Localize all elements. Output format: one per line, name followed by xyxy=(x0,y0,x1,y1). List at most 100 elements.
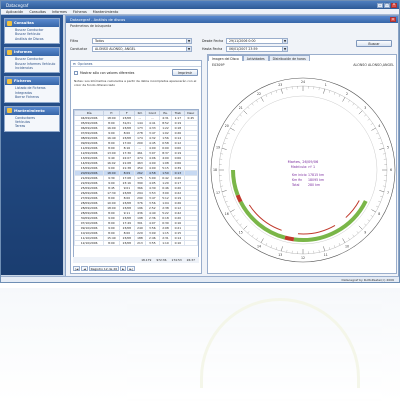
search-button[interactable]: Buscar xyxy=(356,40,392,47)
menu-mantenimiento[interactable]: Mantenimiento xyxy=(93,10,119,14)
prev-record-button[interactable]: ◄ xyxy=(81,266,88,271)
sidebar-panel-ficheros: Ficheros Listado de Ficheros Integrados … xyxy=(4,76,60,103)
menu-informes[interactable]: Informes xyxy=(52,10,67,14)
chevron-down-icon: ▼ xyxy=(186,47,191,51)
table-cell: 12/10/2006 xyxy=(74,240,105,246)
disc-hour-label: 12 xyxy=(301,256,305,260)
disc-hour-label: 5 xyxy=(387,145,389,149)
minimize-button[interactable]: _ xyxy=(377,2,383,8)
status-text: Datacegraf by RuttoPeeter(c) 2006 xyxy=(341,277,394,282)
disc-hour-label: 6 xyxy=(390,168,392,172)
filter-select[interactable]: Todos ▼ xyxy=(92,38,192,44)
menu-consultas[interactable]: Consultas xyxy=(29,10,46,14)
disc-hour-label: 10 xyxy=(345,244,349,248)
chevron-down-icon: ▼ xyxy=(186,39,191,43)
disc-hour-label: 24 xyxy=(301,80,305,84)
table-row[interactable]: 12/10/2006 8:00 23/08 213 3:55 1:10 0:10 xyxy=(74,240,198,246)
maximize-button[interactable]: □ xyxy=(384,2,390,8)
results-table: Día H F Km Cond Pa. Trab Desc 04/09/2006… xyxy=(73,109,199,263)
tab-hours[interactable]: Distribución de horas xyxy=(268,55,310,61)
sidebar-panel-informes: Informes Buscar Conductor Buscar Informe… xyxy=(4,47,60,74)
panel-header[interactable]: Ficheros xyxy=(5,77,59,86)
disc-stat-label: Km inicio xyxy=(292,173,307,177)
sidebar: Consultas Buscar Conductor Buscar Vehícu… xyxy=(1,15,63,275)
disc-hour-label: 2 xyxy=(346,92,348,96)
sidebar-item-borrar-ficheros[interactable]: Borrar Ficheros xyxy=(15,95,56,99)
table-cell: 0:10 xyxy=(171,240,185,246)
disc-hour-label: 20 xyxy=(225,124,229,128)
disc-hour-label: 11 xyxy=(324,253,328,257)
window-reflection xyxy=(0,288,400,402)
gear-icon xyxy=(7,108,12,114)
status-bar: Datacegraf by RuttoPeeter(c) 2006 xyxy=(1,276,399,282)
disc-plate: Matrícula: nº 1 xyxy=(291,165,315,169)
total-cond: 972:36 xyxy=(156,258,167,262)
totals-row: 18.179 972:36 174:53 26:37 xyxy=(73,257,199,263)
disc-hour-label: 7 xyxy=(387,191,389,195)
print-button[interactable]: Imprimir xyxy=(172,69,198,76)
main-title-bar: Datacegraf - Análisis de discos x xyxy=(66,16,398,23)
table-cell xyxy=(183,240,198,246)
table-cell: 1:10 xyxy=(158,240,173,246)
disc-hour-label: 9 xyxy=(364,230,366,234)
main-title: Datacegraf - Análisis de discos xyxy=(70,17,126,22)
last-record-button[interactable]: ►| xyxy=(127,266,135,271)
disc-hour-label: 19 xyxy=(216,145,220,149)
panel-header[interactable]: Mantenimiento xyxy=(5,106,59,115)
disc-hour-label: 23 xyxy=(278,83,282,87)
only-different-label: Mostrar sólo con valores diferentes xyxy=(80,70,135,75)
disc-stat-value: 17815 km xyxy=(308,173,324,177)
disc-hour-label: 13 xyxy=(278,253,282,257)
close-button[interactable]: x xyxy=(391,2,397,8)
sidebar-item-listado-ficheros[interactable]: Listado de Ficheros Integrados xyxy=(15,86,56,95)
disc-stat-value: 280 km xyxy=(308,183,320,187)
main-window: Datacegraf - Análisis de discos x Paráme… xyxy=(65,15,399,277)
disc-panel: Imagen del Disco Actividades Distribució… xyxy=(207,54,397,274)
results-panel: ⊟ Opciones Mostrar sólo con valores dife… xyxy=(70,60,202,274)
driver-label: Conductor xyxy=(70,47,88,51)
only-different-checkbox[interactable] xyxy=(74,70,78,75)
close-child-button[interactable]: x xyxy=(390,17,396,22)
title-bar: Datacegraf _ □ x xyxy=(1,1,399,9)
disc-hour-label: 22 xyxy=(257,92,261,96)
disc-tabs: Imagen del Disco Actividades Distribució… xyxy=(208,55,310,61)
table-cell: 8:00 xyxy=(103,240,120,246)
panel-header[interactable]: Consultas xyxy=(5,19,59,27)
sidebar-item-tareas[interactable]: Tareas xyxy=(15,124,56,128)
file-icon xyxy=(7,78,12,84)
disc-stat-label: Total xyxy=(291,183,300,187)
disc-driver: ALONSO ALONSO,ANGEL xyxy=(353,63,394,67)
disc-hour-label: 14 xyxy=(257,244,261,248)
panel-header[interactable]: Informes xyxy=(5,48,59,57)
next-record-button[interactable]: ► xyxy=(120,266,127,271)
params-label: Parámetros de búsqueda xyxy=(70,24,112,28)
table-cell: 23/08 xyxy=(118,240,136,246)
disc-stat-value: 18095 km xyxy=(308,178,324,182)
app-window: Datacegraf _ □ x Aplicación Consultas In… xyxy=(0,0,400,283)
date-from-picker[interactable]: 29/11/2006 0:00 ▼ xyxy=(226,38,288,44)
menu-ficheros[interactable]: Ficheros xyxy=(73,10,87,14)
reflection-disc xyxy=(200,298,360,388)
sidebar-item-analisis-discos[interactable]: Análisis de Discos xyxy=(15,37,56,41)
calendar-icon: ▼ xyxy=(282,39,287,43)
date-to-picker[interactable]: 06/01/2007 23:59 ▼ xyxy=(226,46,288,52)
sidebar-panel-consultas: Consultas Buscar Conductor Buscar Vehícu… xyxy=(4,18,60,45)
disc-hour-label: 17 xyxy=(216,191,220,195)
first-record-button[interactable]: |◄ xyxy=(73,266,81,271)
tab-activities[interactable]: Actividades xyxy=(242,55,269,61)
disc-stat-label: Km fin xyxy=(292,178,302,182)
disc-hour-label: 15 xyxy=(239,230,243,234)
calendar-icon: ▼ xyxy=(282,47,287,51)
total-desc: 26:37 xyxy=(186,258,195,262)
disc-hour-label: 1 xyxy=(325,83,327,87)
tachograph-disc: 241234567891011121314151617181920212223 … xyxy=(210,77,396,263)
disc-date: Martes, 26/09/06 xyxy=(288,160,319,164)
sidebar-item-incidencias[interactable]: Incidencias xyxy=(15,66,56,70)
sidebar-panel-mantenimiento: Mantenimiento Conductores Vehículos Tare… xyxy=(4,105,60,132)
expand-icon: ⊟ xyxy=(73,61,76,66)
menu-aplicacion[interactable]: Aplicación xyxy=(6,10,23,14)
driver-select[interactable]: ALONSO ALONSO, ANGEL ▼ xyxy=(92,46,192,52)
disc-hour-label: 16 xyxy=(225,212,229,216)
record-position: Registro 12 de 26 xyxy=(88,266,120,271)
tab-disc-image[interactable]: Imagen del Disco xyxy=(208,55,243,61)
